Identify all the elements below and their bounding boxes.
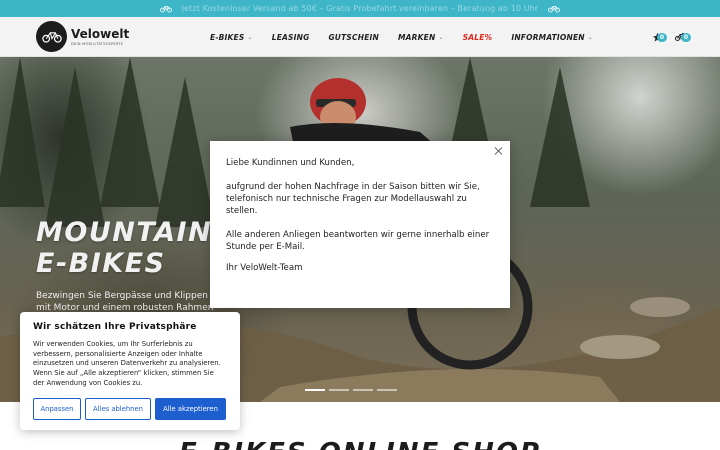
logo-name: Velowelt	[71, 26, 130, 41]
modal-greeting: Liebe Kundinnen und Kunden,	[226, 158, 355, 168]
slider-dot[interactable]	[353, 389, 373, 391]
cookie-text: Wir verwenden Cookies, um Ihr Surferlebn…	[33, 340, 221, 387]
close-icon[interactable]	[494, 146, 504, 156]
cookie-reject-button[interactable]: Alles ablehnen	[85, 397, 151, 420]
nav-item-marken[interactable]: MARKEN ⌄	[398, 33, 444, 42]
logo-bicycle-icon	[36, 21, 67, 52]
main-nav: E-BIKES ⌄ LEASING GUTSCHEIN MARKEN ⌄ SAL…	[210, 17, 612, 57]
hero-title-line1: MOUNTAIN	[36, 217, 213, 248]
chevron-down-icon: ⌄	[587, 33, 594, 41]
slider-pagination	[305, 389, 397, 391]
hero-title-line2: E-BIKES	[36, 248, 166, 279]
bicycle-icon	[159, 5, 172, 12]
modal-signature: Ihr VeloWelt-Team	[226, 263, 303, 273]
slider-dot[interactable]	[305, 389, 325, 391]
chevron-down-icon: ⌄	[247, 33, 253, 41]
cookie-customize-button[interactable]: Anpassen	[33, 397, 81, 420]
wishlist-button[interactable]: 0	[650, 30, 667, 44]
site-header: Velowelt DEIN MOBILITÄTSEXPERTE E-BIKES …	[0, 17, 720, 57]
cookie-accept-button[interactable]: Alle akzeptieren	[155, 397, 226, 420]
modal-paragraph-2: Alle anderen Anliegen beantworten wir ge…	[226, 230, 490, 252]
cart-button[interactable]: 0	[674, 30, 691, 44]
promo-text: Jetzt Kostenloser Versand ab 50€ – Grati…	[181, 4, 539, 13]
section-heading: E-BIKES ONLINE SHOP	[179, 438, 541, 450]
cart-count-badge: 0	[681, 33, 691, 42]
logo[interactable]: Velowelt DEIN MOBILITÄTSEXPERTE	[36, 21, 129, 52]
hero-subtitle: Bezwingen Sie Bergpässe und Klippen mit …	[36, 291, 214, 313]
bicycle-icon	[548, 5, 561, 12]
hero-title: MOUNTAIN E-BIKES	[36, 217, 212, 279]
nav-label: GUTSCHEIN	[328, 32, 379, 42]
nav-label: SALE%	[462, 32, 493, 42]
modal-paragraph-1: aufgrund der hohen Nachfrage in der Sais…	[226, 182, 480, 216]
logo-tagline: DEIN MOBILITÄTSEXPERTE	[71, 41, 124, 46]
cookie-title: Wir schätzen Ihre Privatsphäre	[33, 322, 197, 332]
nav-item-informationen[interactable]: INFORMATIONEN ⌄	[511, 33, 593, 42]
cookie-banner: Wir schätzen Ihre Privatsphäre Wir verwe…	[20, 312, 240, 430]
nav-item-leasing[interactable]: LEASING	[272, 33, 310, 42]
promo-bar: Jetzt Kostenloser Versand ab 50€ – Grati…	[0, 0, 720, 17]
slider-dot[interactable]	[377, 389, 397, 391]
wishlist-count-badge: 0	[657, 33, 667, 42]
nav-label: MARKEN	[398, 32, 436, 42]
nav-item-e-bikes[interactable]: E-BIKES ⌄	[210, 33, 253, 42]
slider-dot[interactable]	[329, 389, 349, 391]
chevron-down-icon: ⌄	[438, 33, 444, 41]
info-modal: Liebe Kundinnen und Kunden, aufgrund der…	[210, 141, 510, 308]
nav-label: E-BIKES	[210, 32, 245, 42]
nav-item-gutschein[interactable]: GUTSCHEIN	[328, 33, 379, 42]
nav-item-sale[interactable]: SALE%	[463, 33, 493, 42]
nav-label: LEASING	[271, 32, 310, 42]
nav-label: INFORMATIONEN	[511, 32, 585, 42]
